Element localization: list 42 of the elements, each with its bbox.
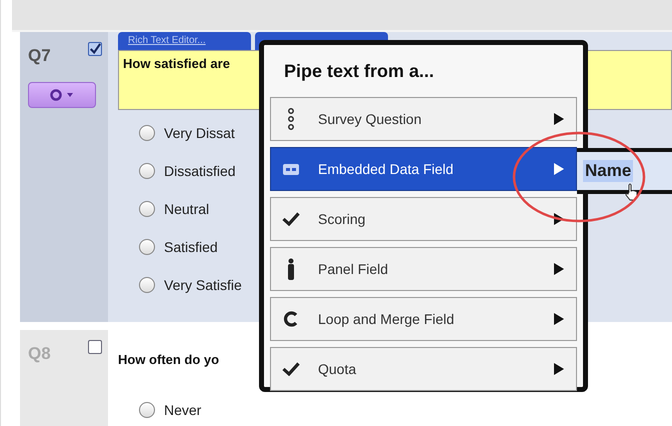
question-number: Q7 xyxy=(28,46,51,66)
gear-dropdown-button[interactable] xyxy=(28,82,96,108)
editor-tab[interactable]: Rich Text Editor... xyxy=(118,32,251,50)
question-text: How satisfied are xyxy=(123,56,230,71)
choice-label: Very Satisfie xyxy=(164,277,242,293)
menu-item[interactable]: Survey Question xyxy=(270,97,577,141)
choice-label: Dissatisfied xyxy=(164,163,236,179)
radio-button[interactable] xyxy=(139,163,155,179)
submenu-arrow-icon xyxy=(554,213,564,225)
submenu-arrow-icon xyxy=(554,113,564,125)
checkbox[interactable] xyxy=(88,42,102,56)
submenu-arrow-icon xyxy=(554,263,564,275)
submenu-arrow-icon xyxy=(554,163,564,175)
radio-button[interactable] xyxy=(139,201,155,217)
radio-button[interactable] xyxy=(139,402,155,418)
question-number: Q8 xyxy=(28,344,51,364)
menu-title: Pipe text from a... xyxy=(283,60,436,83)
checkbox[interactable] xyxy=(88,340,102,354)
menu-item[interactable]: Scoring xyxy=(270,197,577,241)
question-text: How often do yo xyxy=(118,351,220,367)
choice-label: Never xyxy=(164,402,202,418)
submenu-arrow-icon xyxy=(554,363,564,375)
radio-button[interactable] xyxy=(139,125,155,141)
choice-label: Very Dissat xyxy=(164,125,235,141)
menu-item[interactable]: Embedded Data Field xyxy=(270,147,577,191)
radio-button[interactable] xyxy=(139,239,155,255)
submenu-arrow-icon xyxy=(554,313,564,325)
choice-label: Satisfied xyxy=(164,239,218,255)
checkmark-icon xyxy=(282,362,300,376)
submenu-item[interactable]: Name xyxy=(583,160,634,182)
gear-icon xyxy=(50,89,74,101)
menu-item[interactable]: Loop and Merge Field xyxy=(270,297,577,341)
checkmark-icon xyxy=(282,212,300,226)
menu-item[interactable]: Panel Field xyxy=(270,247,577,291)
dots-icon xyxy=(287,108,295,130)
badge-icon xyxy=(283,164,299,174)
person-icon xyxy=(287,258,295,280)
choice-label: Neutral xyxy=(164,201,210,217)
radio-button[interactable] xyxy=(139,277,155,293)
menu-item[interactable]: Quota xyxy=(270,347,577,391)
hand-cursor-icon xyxy=(625,183,639,201)
loop-icon xyxy=(283,311,299,327)
